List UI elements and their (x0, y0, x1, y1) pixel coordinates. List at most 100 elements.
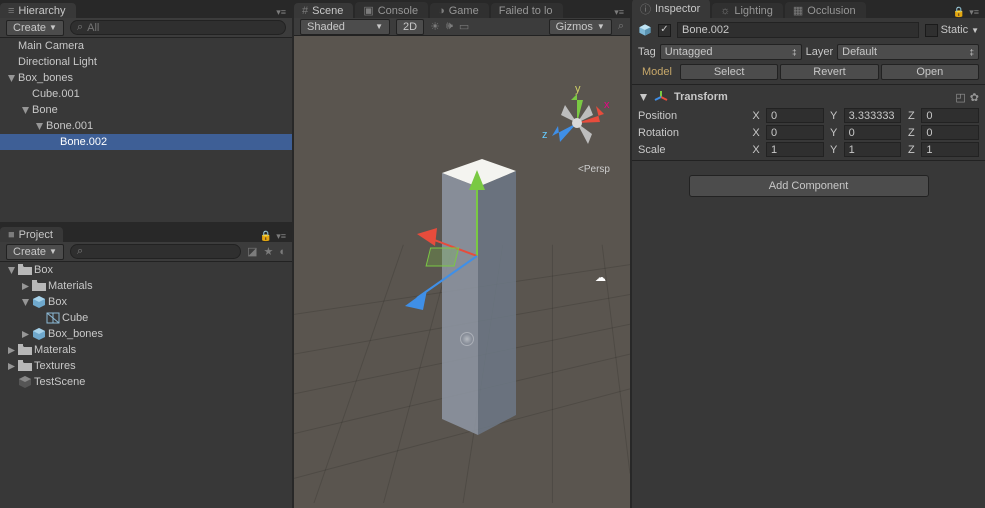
project-item[interactable]: TestScene (0, 374, 292, 390)
position-z-field[interactable]: 0 (921, 108, 979, 123)
rotation-z-field[interactable]: 0 (921, 125, 979, 140)
hierarchy-item[interactable]: Bone.002 (0, 134, 292, 150)
scale-y-field[interactable]: 1 (844, 142, 902, 157)
foldout-icon[interactable] (638, 92, 648, 102)
project-item[interactable]: Box (0, 262, 292, 278)
foldout-icon[interactable] (48, 137, 58, 147)
add-component-button[interactable]: Add Component (689, 175, 929, 197)
foldout-icon[interactable] (34, 313, 44, 323)
game-icon: ◑ (438, 5, 445, 17)
layer-dropdown[interactable]: Default ‡ (837, 44, 979, 60)
foldout-icon[interactable] (20, 297, 30, 307)
hierarchy-search[interactable]: ⌕ (70, 20, 286, 35)
hierarchy-item[interactable]: Main Camera (0, 38, 292, 54)
foldout-icon[interactable] (6, 361, 16, 371)
foldout-icon[interactable] (6, 377, 16, 387)
light-gizmo-icon[interactable]: ☁ (595, 271, 606, 284)
project-search[interactable]: ⌕ (70, 244, 241, 259)
static-checkbox[interactable] (925, 24, 938, 37)
position-y-field[interactable]: 3.333333 (844, 108, 902, 123)
search-input[interactable] (87, 246, 234, 258)
scale-x-field[interactable]: 1 (766, 142, 824, 157)
item-label: Directional Light (18, 56, 97, 68)
foldout-icon[interactable] (6, 73, 16, 83)
2d-toggle[interactable]: 2D (396, 19, 424, 35)
shading-dropdown[interactable]: Shaded ▼ (300, 19, 390, 35)
popout-icon[interactable]: ▾≡ (276, 7, 286, 18)
project-tree[interactable]: BoxMaterialsBoxCubeBox_bonesMateralsText… (0, 262, 292, 508)
tab-game[interactable]: ◑ Game (430, 3, 489, 18)
foldout-icon[interactable] (6, 265, 16, 275)
hierarchy-item[interactable]: Cube.001 (0, 86, 292, 102)
foldout-icon[interactable] (6, 57, 16, 67)
projection-label[interactable]: <Persp (578, 164, 610, 175)
tab-occlusion[interactable]: ▦ Occlusion (785, 2, 866, 18)
filter-icon[interactable]: ◪ (247, 245, 257, 258)
light-toggle-icon[interactable]: ☀ (430, 20, 440, 33)
popout-icon[interactable]: ▾≡ (276, 231, 286, 242)
hierarchy-item[interactable]: Directional Light (0, 54, 292, 70)
project-item[interactable]: Box (0, 294, 292, 310)
fx-toggle-icon[interactable]: ▭ (459, 20, 469, 33)
foldout-icon[interactable] (6, 41, 16, 51)
help-icon[interactable]: ◰ (955, 91, 965, 104)
save-search-icon[interactable]: ◐ (279, 246, 286, 258)
move-gizmo[interactable] (399, 126, 519, 326)
scene-viewport[interactable]: y x z <Persp ☁ (294, 36, 630, 508)
static-dropdown-icon[interactable]: ▼ (971, 26, 979, 35)
tab-inspector[interactable]: ⓘ Inspector (632, 0, 710, 18)
rotation-y-field[interactable]: 0 (844, 125, 902, 140)
lock-icon[interactable]: 🔒 (260, 231, 272, 242)
rotation-x-field[interactable]: 0 (766, 125, 824, 140)
create-button[interactable]: Create ▼ (6, 244, 64, 260)
foldout-icon[interactable] (20, 105, 30, 115)
hierarchy-item[interactable]: Bone.001 (0, 118, 292, 134)
hierarchy-item[interactable]: Bone (0, 102, 292, 118)
tag-dropdown[interactable]: Untagged ‡ (660, 44, 802, 60)
scale-z-field[interactable]: 1 (921, 142, 979, 157)
tab-project[interactable]: ■ Project (0, 227, 63, 242)
hierarchy-tree[interactable]: Main Camera Directional Light Box_bonesCub… (0, 38, 292, 222)
lock-icon[interactable]: 🔒 (953, 7, 965, 18)
model-label: Model (638, 66, 678, 78)
lighting-icon: ☼ (720, 5, 730, 17)
inspector-tab-bar: ⓘ Inspector ☼ Lighting ▦ Occlusion 🔒 ▾≡ (632, 0, 985, 18)
tab-lighting[interactable]: ☼ Lighting (712, 3, 783, 18)
project-item[interactable]: Materals (0, 342, 292, 358)
tab-failed[interactable]: Failed to lo (491, 3, 563, 18)
model-open-button[interactable]: Open (881, 64, 979, 80)
enabled-checkbox[interactable] (658, 24, 671, 37)
popout-icon[interactable]: ▾≡ (969, 7, 979, 18)
foldout-icon[interactable] (20, 89, 30, 99)
create-button[interactable]: Create ▼ (6, 20, 64, 36)
favorite-icon[interactable]: ★ (263, 245, 273, 258)
settings-icon[interactable]: ✿ (970, 91, 979, 104)
transform-component-header[interactable]: Transform ◰ ✿ (632, 87, 985, 107)
search-icon[interactable]: ⌕ (618, 20, 624, 33)
hierarchy-icon: ≡ (8, 5, 14, 17)
gizmos-dropdown[interactable]: Gizmos ▼ (549, 19, 612, 35)
model-select-button[interactable]: Select (680, 64, 778, 80)
tab-console[interactable]: ▣ Console (355, 2, 428, 18)
audio-toggle-icon[interactable]: 🕪 (446, 20, 453, 33)
project-item[interactable]: Textures (0, 358, 292, 374)
popout-icon[interactable]: ▾≡ (614, 7, 624, 18)
foldout-icon[interactable] (20, 281, 30, 291)
tab-hierarchy[interactable]: ≡ Hierarchy (0, 3, 76, 18)
tab-scene[interactable]: # Scene (294, 3, 353, 18)
scene-icon: # (302, 5, 308, 17)
hierarchy-item[interactable]: Box_bones (0, 70, 292, 86)
orientation-gizmo[interactable]: y x z (538, 84, 616, 162)
project-item[interactable]: Box_bones (0, 326, 292, 342)
project-item[interactable]: Cube (0, 310, 292, 326)
foldout-icon[interactable] (20, 329, 30, 339)
foldout-icon[interactable] (6, 345, 16, 355)
position-x-field[interactable]: 0 (766, 108, 824, 123)
search-input[interactable] (87, 22, 279, 34)
axis-y-label: Y (828, 110, 840, 122)
tab-label: Console (378, 5, 418, 17)
project-item[interactable]: Materials (0, 278, 292, 294)
foldout-icon[interactable] (34, 121, 44, 131)
gameobject-name-field[interactable]: Bone.002 (677, 22, 919, 38)
model-revert-button[interactable]: Revert (780, 64, 878, 80)
